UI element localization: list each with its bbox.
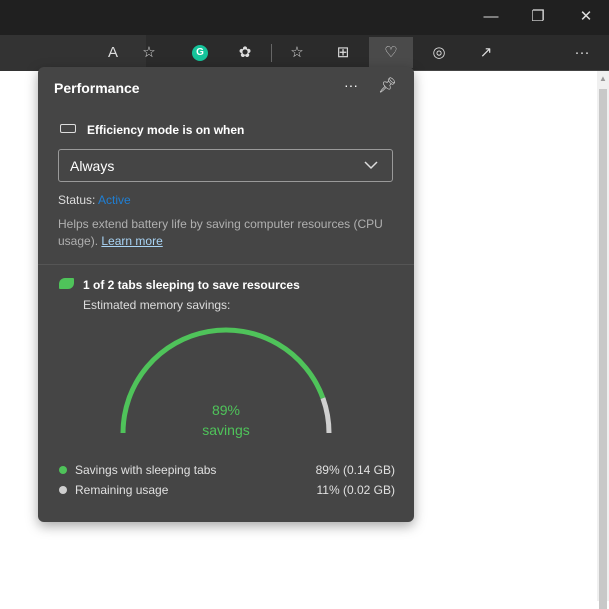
share-icon[interactable]: ↗ (470, 37, 502, 68)
legend-remaining: Remaining usage 11% (0.02 GB) (59, 483, 395, 497)
scrollbar-thumb[interactable] (599, 89, 607, 609)
savings-gauge (120, 327, 332, 434)
title-bar: — ❐ ✕ (0, 0, 609, 35)
legend-savings: Savings with sleeping tabs 89% (0.14 GB) (59, 463, 395, 477)
read-aloud-icon[interactable]: A (97, 37, 129, 68)
favorites-icon[interactable]: ☆ (281, 37, 313, 68)
performance-heart-icon[interactable]: ♡ (369, 37, 413, 68)
scrollbar[interactable]: ▲ (597, 71, 609, 609)
gauge-remaining-arc (320, 397, 332, 434)
performance-panel: Performance ··· 📌︎ Efficiency mode is on… (38, 67, 414, 522)
maximize-button[interactable]: ❐ (515, 4, 561, 30)
toolbar-divider (271, 44, 272, 62)
gauge-caption: savings (202, 422, 250, 438)
browser-essentials-icon[interactable]: ◎ (423, 37, 455, 68)
remaining-dot (59, 486, 67, 494)
close-button[interactable]: ✕ (563, 4, 609, 30)
gauge-percent: 89% (211, 402, 241, 418)
legend-label: Savings with sleeping tabs (75, 463, 217, 477)
savings-dot (59, 466, 67, 474)
legend-value: 11% (0.02 GB) (316, 483, 395, 497)
legend-label: Remaining usage (75, 483, 169, 497)
grammarly-icon[interactable]: G (184, 37, 216, 68)
browser-toolbar: A ☆ G ✿ ☆ ⊞ ♡ ◎ ↗ ··· (0, 35, 609, 71)
add-favorite-icon[interactable]: ☆ (133, 37, 165, 68)
gauge-label: 89% savings (176, 400, 276, 440)
extensions-icon[interactable]: ✿ (229, 37, 261, 68)
collections-icon[interactable]: ⊞ (327, 37, 359, 68)
legend-value: 89% (0.14 GB) (315, 463, 395, 477)
more-menu-button[interactable]: ··· (566, 37, 598, 68)
minimize-button[interactable]: — (468, 4, 514, 30)
scroll-up-icon[interactable]: ▲ (599, 74, 607, 83)
